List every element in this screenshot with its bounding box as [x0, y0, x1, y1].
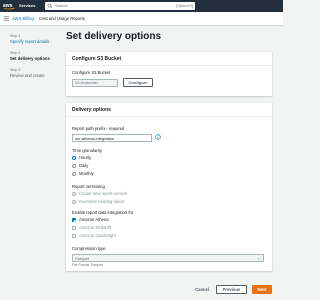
- card-title: Delivery options: [72, 107, 111, 113]
- breadcrumb-aws-billing[interactable]: AWS Billing: [12, 16, 34, 22]
- step-2: Step 2 Set delivery options: [10, 51, 60, 61]
- compression-value: Parquet: [75, 256, 90, 261]
- configure-button[interactable]: Configure: [123, 78, 153, 87]
- integration-option-athena[interactable]: Amazon Athena: [72, 217, 109, 223]
- page-title: Set delivery options: [66, 31, 162, 42]
- step-title-link[interactable]: Specify report details: [10, 39, 60, 44]
- radio-button[interactable]: [72, 164, 76, 168]
- compression-type-label: Compression type: [72, 246, 106, 251]
- option-label: Amazon Redshift: [79, 225, 111, 230]
- step-title-active: Set delivery options: [10, 56, 50, 61]
- breadcrumb-cost-usage-reports: Cost and Usage Reports: [39, 16, 85, 21]
- search-box[interactable]: Search [Option+S]: [45, 2, 195, 10]
- delivery-options-card: Delivery options Report path prefix - re…: [66, 103, 272, 271]
- versioning-option-create-new[interactable]: Create new report version: [72, 191, 127, 197]
- aws-logo-icon[interactable]: aws: [3, 2, 16, 10]
- option-label: Hourly: [79, 155, 92, 160]
- card-title: Configure S3 Bucket: [72, 56, 122, 62]
- s3-bucket-input[interactable]: S3://mybucket: [72, 79, 118, 87]
- step-3: Step 3 Review and create: [10, 68, 60, 78]
- next-button[interactable]: Next: [252, 285, 272, 294]
- step-1[interactable]: Step 1 Specify report details: [10, 34, 60, 44]
- breadcrumb-separator: ›: [33, 16, 35, 21]
- option-label: Monthly: [79, 171, 94, 176]
- option-label: Amazon QuickSight: [79, 233, 116, 238]
- services-menu-button[interactable]: Services: [19, 3, 35, 9]
- integration-label: Enable report data integration for: [72, 210, 134, 215]
- card-header: Delivery options: [66, 103, 272, 117]
- radio-button-selected[interactable]: [72, 156, 76, 160]
- search-icon: [47, 3, 53, 9]
- cancel-button[interactable]: Cancel: [193, 285, 211, 294]
- report-versioning-label: Report versioning: [72, 184, 105, 189]
- compression-type-select[interactable]: Parquet: [72, 254, 264, 262]
- s3-bucket-card: Configure S3 Bucket Configure S3 Bucket …: [66, 52, 272, 96]
- search-shortcut-hint: [Option+S]: [176, 4, 193, 8]
- file-format-note: File Format: Parquet: [72, 263, 103, 267]
- radio-button[interactable]: [72, 172, 76, 176]
- wizard-steps: Step 1 Specify report details Step 2 Set…: [10, 34, 60, 85]
- option-label: Amazon Athena: [79, 217, 109, 222]
- granularity-option-daily[interactable]: Daily: [72, 163, 88, 169]
- versioning-option-overwrite[interactable]: Overwrite existing report: [72, 199, 124, 205]
- checkbox-disabled[interactable]: [72, 234, 76, 238]
- previous-button[interactable]: Previous: [216, 285, 247, 294]
- integration-option-redshift[interactable]: Amazon Redshift: [72, 225, 111, 231]
- granularity-option-hourly[interactable]: Hourly: [72, 155, 91, 161]
- radio-button-disabled[interactable]: [72, 200, 76, 204]
- report-prefix-label: Report path prefix - required: [72, 126, 125, 131]
- chevron-down-icon: [257, 257, 261, 261]
- report-prefix-input[interactable]: cur-athena-integration: [72, 134, 152, 142]
- card-header: Configure S3 Bucket: [66, 52, 272, 66]
- breadcrumb-bar: AWS Billing › Cost and Usage Reports: [0, 12, 283, 26]
- search-placeholder: Search: [55, 3, 68, 8]
- info-icon[interactable]: [155, 134, 161, 140]
- time-granularity-label: Time granularity: [72, 148, 102, 153]
- option-label: Daily: [79, 163, 89, 168]
- granularity-option-monthly[interactable]: Monthly: [72, 171, 94, 177]
- hamburger-menu-icon[interactable]: [4, 16, 9, 21]
- step-title-disabled: Review and create: [10, 73, 45, 78]
- option-label: Create new report version: [79, 191, 128, 196]
- integration-option-quicksight[interactable]: Amazon QuickSight: [72, 233, 116, 239]
- option-label: Overwrite existing report: [79, 199, 125, 204]
- top-nav-bar: aws Services Search [Option+S]: [0, 0, 283, 12]
- checkbox-disabled[interactable]: [72, 226, 76, 230]
- s3-bucket-label: Configure S3 Bucket: [72, 70, 111, 75]
- checkbox-checked[interactable]: [72, 218, 76, 222]
- radio-button-disabled[interactable]: [72, 192, 76, 196]
